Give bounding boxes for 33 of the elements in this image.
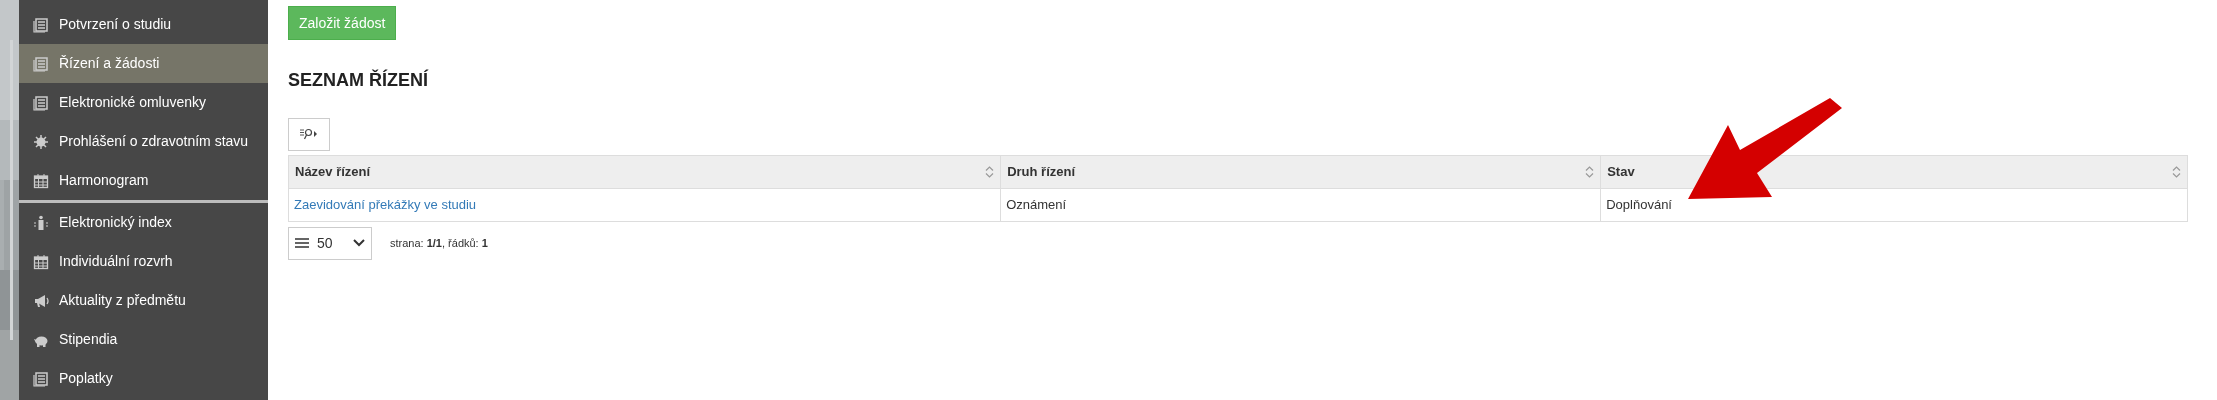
- virus-icon: [33, 133, 49, 150]
- sidebar-item[interactable]: Stipendia: [19, 320, 268, 359]
- chevron-down-icon: [353, 239, 365, 248]
- document-icon: [33, 370, 49, 387]
- info-icon: [33, 214, 49, 231]
- column-header[interactable]: Název řízení: [288, 155, 1001, 189]
- sidebar-item[interactable]: Řízení a žádosti: [19, 44, 268, 83]
- document-icon: [33, 16, 49, 33]
- sidebar-item[interactable]: Poplatky: [19, 359, 268, 398]
- calendar-icon: [33, 253, 49, 270]
- sidebar-item[interactable]: Prohlášení o zdravotním stavu: [19, 122, 268, 161]
- request-link[interactable]: Zaevidování překážky ve studiu: [294, 196, 477, 212]
- calendar-icon: [33, 172, 49, 189]
- sidebar-item[interactable]: Potvrzení o studiu: [19, 5, 268, 44]
- sidebar-item[interactable]: Individuální rozvrh: [19, 242, 268, 281]
- sort-icon[interactable]: [1585, 164, 1595, 179]
- document-icon: [33, 94, 49, 111]
- document-icon: [33, 55, 49, 72]
- sort-icon[interactable]: [985, 164, 995, 179]
- sidebar-item[interactable]: Aktuality z předmětu: [19, 281, 268, 320]
- page-size-select[interactable]: 50: [288, 226, 372, 260]
- megaphone-icon: [33, 292, 49, 309]
- sidebar-item[interactable]: Harmonogram: [19, 161, 268, 200]
- column-header[interactable]: Druh řízení: [1000, 155, 1601, 189]
- filter-button[interactable]: [288, 117, 330, 151]
- sidebar-item[interactable]: Elektronické omluvenky: [19, 83, 268, 122]
- page-info: strana: 1/1, řádků: 1: [390, 235, 488, 251]
- section-heading: SEZNAM ŘÍZENÍ: [288, 70, 430, 92]
- table-cell: Oznámení: [1000, 188, 1601, 222]
- sort-icon[interactable]: [2172, 164, 2181, 179]
- menu-icon: [295, 238, 309, 249]
- search-list-icon: [300, 128, 318, 141]
- sidebar-item[interactable]: Elektronický index: [19, 203, 268, 242]
